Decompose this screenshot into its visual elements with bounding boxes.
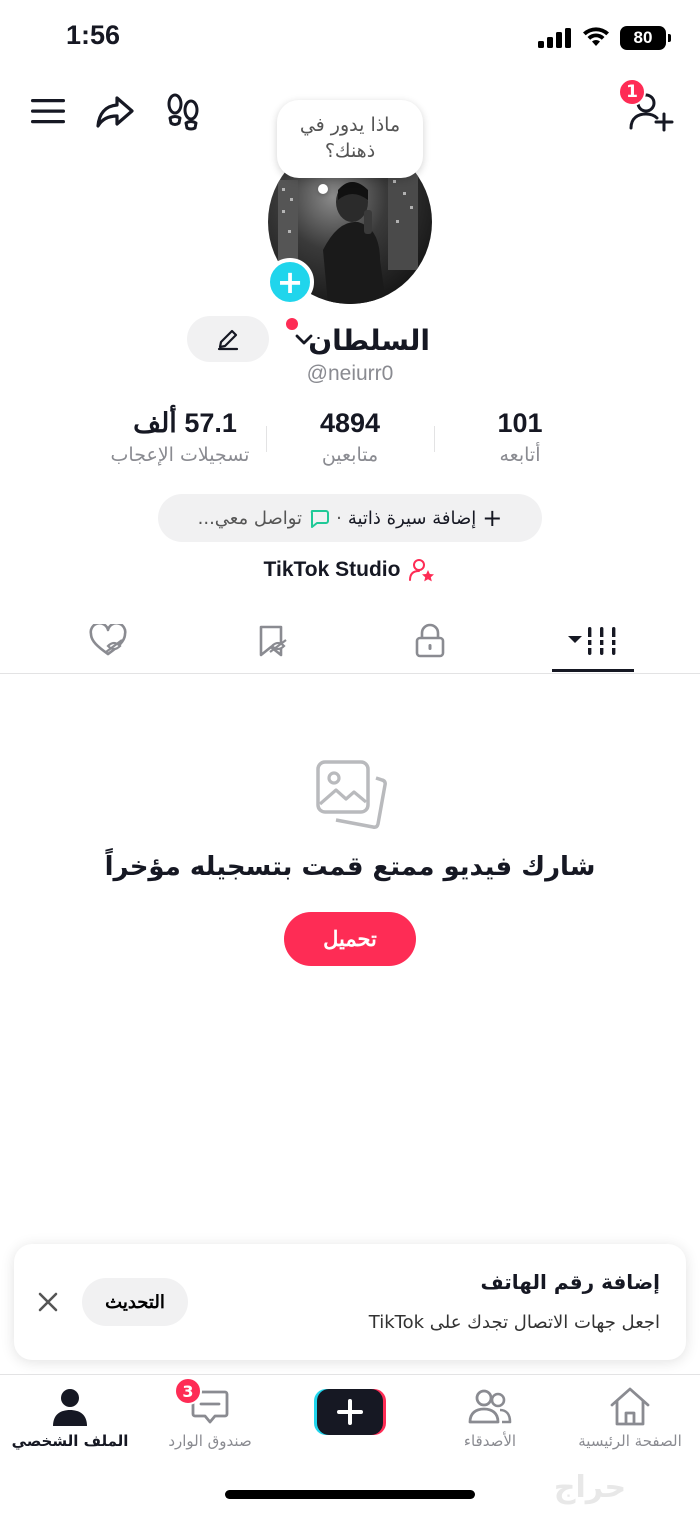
thought-bubble[interactable]: ماذا يدور في ذهنك؟ (277, 100, 423, 178)
inbox-badge: 3 (174, 1377, 202, 1405)
photos-icon (316, 760, 387, 829)
phone-prompt-title: إضافة رقم الهاتف (480, 1270, 660, 1294)
phone-prompt-subtitle: اجعل جهات الاتصال تجدك على TikTok (368, 1312, 660, 1333)
status-time: 1:56 (66, 20, 121, 50)
lock-icon (415, 623, 445, 658)
close-icon[interactable] (34, 1288, 62, 1316)
heart-hidden-icon (89, 624, 127, 656)
edit-profile-button[interactable] (187, 316, 269, 362)
bottom-nav-divider (0, 1374, 700, 1375)
bio-separator: · (336, 507, 342, 529)
notification-badge: 1 (618, 78, 646, 106)
plus-icon: + (482, 504, 503, 532)
nav-inbox[interactable]: صندوق الوارد (140, 1380, 280, 1460)
creator-star-icon (409, 559, 435, 582)
nav-profile-label: الملف الشخصي (11, 1432, 129, 1450)
username: @neiurr0 (306, 362, 394, 385)
following-count[interactable]: 101 (440, 408, 600, 439)
nav-home[interactable]: الصفحة الرئيسية (560, 1380, 700, 1460)
thought-bubble-text: ماذا يدور في ذهنك؟ (299, 114, 401, 162)
pencil-icon (217, 329, 239, 351)
friends-icon (468, 1389, 512, 1424)
likes-label: تسجيلات الإعجاب (110, 444, 250, 466)
tabs-divider (0, 673, 700, 674)
following-label[interactable]: أتابعه (440, 444, 600, 466)
tiktok-studio-link[interactable]: TikTok Studio (200, 552, 500, 588)
add-bio-button[interactable]: + إضافة سيرة ذاتية · تواصل معي... (158, 494, 542, 542)
nav-inbox-label: صندوق الوارد (168, 1432, 252, 1450)
followers-label[interactable]: متابعين (270, 444, 430, 466)
active-tab-indicator (552, 669, 634, 672)
update-button[interactable]: التحديث (82, 1278, 188, 1326)
tab-favorites[interactable] (232, 616, 312, 666)
add-bio-label: إضافة سيرة ذاتية (347, 507, 477, 529)
share-icon[interactable] (94, 90, 136, 132)
nav-home-label: الصفحة الرئيسية (578, 1432, 682, 1450)
upload-button[interactable]: تحميل (284, 912, 416, 966)
studio-label: TikTok Studio (263, 558, 401, 581)
thought-bubble-tail (318, 184, 328, 194)
add-story-button[interactable]: + (266, 258, 314, 306)
nav-friends[interactable]: الأصدقاء (420, 1380, 560, 1460)
watermark: حراج (553, 1470, 627, 1505)
wifi-icon (583, 27, 609, 46)
nav-profile[interactable]: الملف الشخصي (0, 1380, 140, 1460)
battery-indicator: 80 (620, 26, 671, 50)
chevron-down-icon[interactable] (294, 332, 314, 348)
bookmark-hidden-icon (259, 625, 287, 657)
tab-liked[interactable] (68, 616, 148, 666)
chat-bubble-icon (310, 510, 330, 528)
contact-label: تواصل معي... (197, 507, 303, 529)
create-button[interactable] (314, 1387, 386, 1437)
empty-state-title: شارك فيديو ممتع قمت بتسجيله مؤخراً (104, 852, 596, 882)
nav-friends-label: الأصدقاء (463, 1432, 517, 1450)
stats-divider (434, 426, 435, 452)
likes-count: 57.1 ألف (133, 408, 237, 438)
footprint-icon[interactable] (162, 90, 204, 132)
tab-videos[interactable] (554, 616, 634, 666)
stats-divider (266, 426, 267, 452)
videos-grid-icon (568, 627, 619, 655)
tab-private[interactable] (390, 616, 470, 666)
home-icon (610, 1387, 650, 1426)
menu-icon[interactable] (28, 92, 68, 130)
profile-icon (53, 1389, 87, 1426)
home-indicator (225, 1490, 475, 1499)
cellular-signal-icon (538, 28, 571, 48)
followers-count[interactable]: 4894 (270, 408, 430, 439)
status-dot (286, 318, 298, 330)
